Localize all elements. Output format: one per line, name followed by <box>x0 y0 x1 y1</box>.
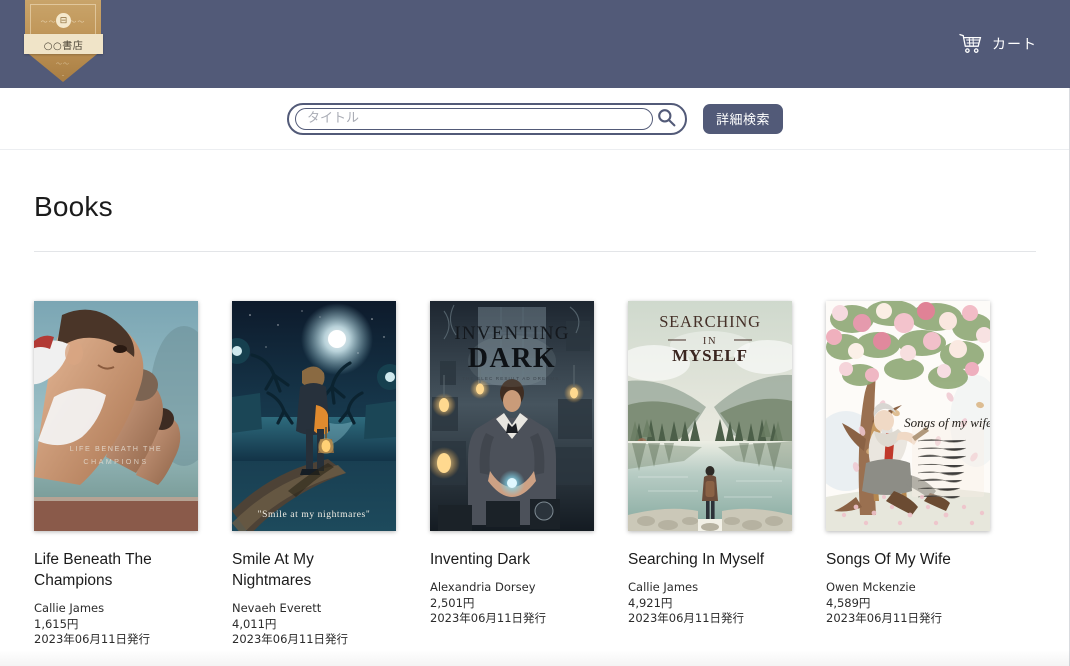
svg-text:"Smile at my nightmares": "Smile at my nightmares" <box>258 510 371 520</box>
svg-text:CHAMPIONS: CHAMPIONS <box>83 457 148 466</box>
main-content: Books LIFE BENEATH THE CHAMPIONS Life Be… <box>0 150 1070 648</box>
book-price: 1,615円 <box>34 616 79 631</box>
svg-text:DARK: DARK <box>468 343 556 374</box>
book-cover-image[interactable]: "Smile at my nightmares" <box>232 301 396 531</box>
footer-shadow <box>0 650 1070 666</box>
book-cover-image[interactable]: Songs of my wife <box>826 301 990 531</box>
page-title: Books <box>34 191 113 222</box>
book-grid: LIFE BENEATH THE CHAMPIONS Life Beneath … <box>34 301 1036 648</box>
book-meta: Owen Mckenzie 4,589円 2023年06月11日発行 <box>826 580 990 627</box>
book-author: Nevaeh Everett <box>232 601 322 615</box>
logo-ornament-bottom: 〜〜 <box>55 62 70 68</box>
book-icon: ⊟ <box>56 13 71 28</box>
search-input[interactable] <box>294 107 653 130</box>
book-published: 2023年06月11日発行 <box>34 632 151 646</box>
cart-label: カート <box>992 37 1037 53</box>
book-author: Callie James <box>34 601 105 615</box>
svg-text:MYSELF: MYSELF <box>672 346 748 365</box>
book-card[interactable]: LIFE BENEATH THE CHAMPIONS Life Beneath … <box>34 301 198 648</box>
book-published: 2023年06月11日発行 <box>232 632 349 646</box>
book-title: Inventing Dark <box>430 551 530 568</box>
search-group <box>286 102 687 135</box>
book-author: Owen Mckenzie <box>826 580 916 594</box>
page-root: 〜〜 ⊞ 〜〜 ⊟ ○○書店 〜〜 カート <box>0 0 1070 666</box>
title-divider <box>34 251 1036 252</box>
book-price: 4,011円 <box>232 616 277 631</box>
book-published: 2023年06月11日発行 <box>826 611 943 625</box>
cart-button[interactable]: カート <box>959 33 1037 55</box>
svg-text:Songs of my wife: Songs of my wife <box>904 415 990 430</box>
book-price: 4,589円 <box>826 595 871 610</box>
book-title: Songs Of My Wife <box>826 551 951 568</box>
cart-icon <box>959 33 983 55</box>
book-price: 2,501円 <box>430 595 475 610</box>
book-title: Searching In Myself <box>628 551 765 568</box>
book-meta: Alexandria Dorsey 2,501円 2023年06月11日発行 <box>430 580 594 627</box>
book-title: Smile At My Nightmares <box>232 551 314 589</box>
book-meta: Callie James 4,921円 2023年06月11日発行 <box>628 580 792 627</box>
svg-text:SEARCHING: SEARCHING <box>659 312 761 331</box>
svg-text:INVENTING: INVENTING <box>454 323 569 344</box>
book-cover-card[interactable]: SEARCHING IN MYSELF Searching In Myself … <box>628 301 792 648</box>
book-title: Life Beneath The Champions <box>34 551 152 589</box>
book-author: Alexandria Dorsey <box>430 580 536 594</box>
logo-ribbon: ○○書店 <box>24 34 103 54</box>
svg-text:LIFE BENEATH THE: LIFE BENEATH THE <box>70 444 162 453</box>
logo-shop-name: ○○書店 <box>43 40 84 52</box>
book-card[interactable]: INVENTING DARK THE ELEC RESULT AD DREAMS… <box>430 301 594 648</box>
site-header: 〜〜 ⊞ 〜〜 ⊟ ○○書店 〜〜 カート <box>0 0 1070 88</box>
site-logo[interactable]: 〜〜 ⊞ 〜〜 ⊟ ○○書店 〜〜 <box>24 0 103 82</box>
search-icon <box>657 108 676 130</box>
book-meta: Nevaeh Everett 4,011円 2023年06月11日発行 <box>232 601 396 648</box>
book-published: 2023年06月11日発行 <box>628 611 745 625</box>
book-meta: Callie James 1,615円 2023年06月11日発行 <box>34 601 198 648</box>
book-author: Callie James <box>628 580 699 594</box>
book-cover-image[interactable]: LIFE BENEATH THE CHAMPIONS <box>34 301 198 531</box>
book-price: 4,921円 <box>628 595 673 610</box>
book-published: 2023年06月11日発行 <box>430 611 547 625</box>
advanced-search-button[interactable]: 詳細検索 <box>702 103 783 134</box>
book-card[interactable]: Songs of my wife Songs Of My Wife Owen M… <box>826 301 990 648</box>
search-submit-button[interactable] <box>653 106 681 132</box>
search-bar: 詳細検索 <box>0 88 1070 150</box>
book-card[interactable]: "Smile at my nightmares" Smile At My Nig… <box>232 301 396 648</box>
svg-text:THE ELEC RESULT AD DREAMS.: THE ELEC RESULT AD DREAMS. <box>462 376 562 381</box>
book-cover-image[interactable]: SEARCHING IN MYSELF <box>628 301 792 531</box>
book-cover-image[interactable]: INVENTING DARK THE ELEC RESULT AD DREAMS… <box>430 301 594 531</box>
